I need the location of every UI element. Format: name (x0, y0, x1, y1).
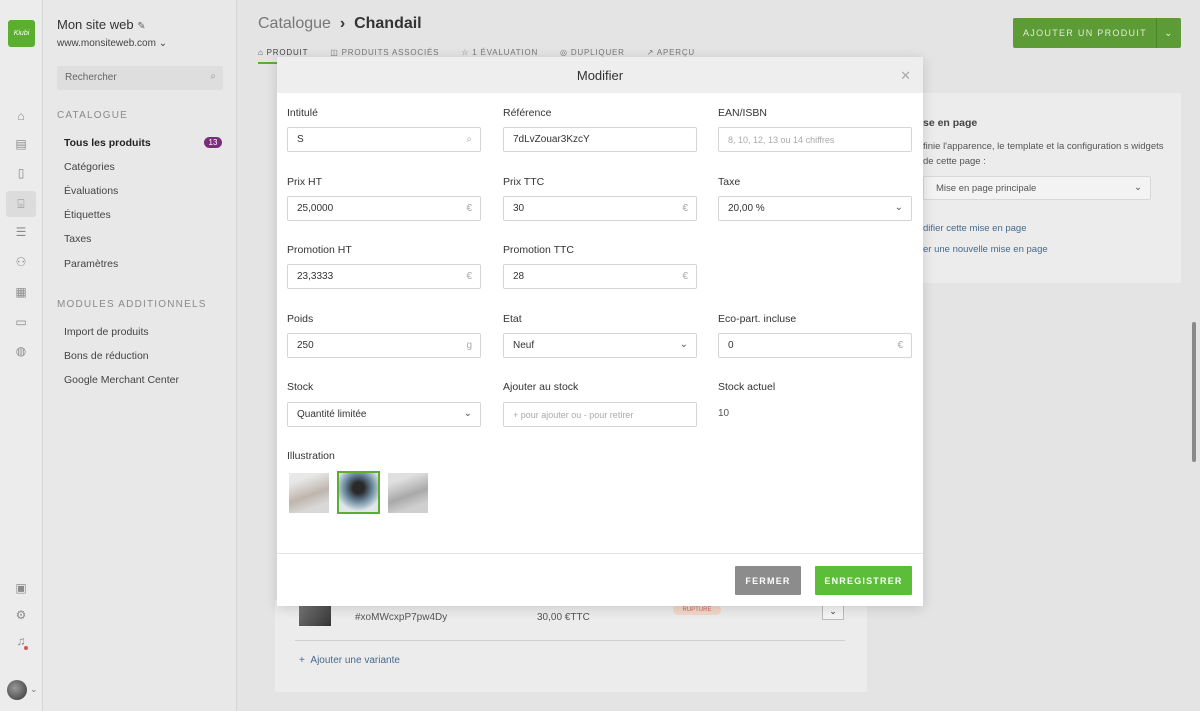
chevron-down-icon: ⌄ (894, 202, 903, 213)
divider (295, 640, 845, 641)
count-badge: 13 (204, 137, 222, 148)
eco-part-input[interactable]: 0 € (718, 333, 912, 358)
breadcrumb-current: Chandail (354, 15, 422, 32)
modal-title: Modifier (576, 67, 624, 83)
search-icon: ⌕ (210, 71, 216, 82)
new-layout-link[interactable]: er une nouvelle mise en page (923, 244, 1048, 255)
scrollbar[interactable] (1192, 322, 1196, 462)
edit-layout-link[interactable]: difier cette mise en page (923, 223, 1027, 234)
search-input[interactable]: Rechercher ⌕ (57, 66, 223, 90)
sidebar-item-all-products[interactable]: Tous les produits (64, 137, 151, 149)
stock-actuel-value: 10 (718, 408, 730, 419)
avatar[interactable] (7, 680, 27, 700)
section-modules: MODULES ADDITIONNELS (57, 299, 207, 310)
stock-select[interactable]: Quantité limitée ⌄ (287, 402, 481, 427)
sidebar: Mon site web ✎ www.monsiteweb.com ⌄ Rech… (43, 0, 237, 711)
breadcrumb: Catalogue › Chandail (258, 15, 422, 32)
orders-icon[interactable]: ☰ (13, 224, 29, 240)
icon-rail: Kiubi ⌂ ▤ ▯ ⌺ ☰ ⚇ ▦ ▭ ◍ ▣ ⚙ ♫ ⌄ (0, 0, 43, 711)
intitule-input[interactable]: S ⌕ (287, 127, 481, 152)
book-icon[interactable]: ▯ (13, 165, 29, 181)
divider (277, 553, 923, 554)
promo-ttc-input[interactable]: 28 € (503, 264, 697, 289)
site-name[interactable]: Mon site web ✎ (57, 17, 146, 32)
prix-ht-input[interactable]: 25,0000 € (287, 196, 481, 221)
section-catalogue: CATALOGUE (57, 110, 128, 121)
promo-ht-input[interactable]: 23,3333 € (287, 264, 481, 289)
close-icon[interactable]: ✕ (900, 68, 911, 84)
chevron-down-icon: ⌄ (158, 38, 168, 49)
illustration-thumb[interactable] (388, 473, 428, 513)
sidebar-item-taxes[interactable]: Taxes (64, 233, 91, 245)
sidebar-item-coupons[interactable]: Bons de réduction (64, 350, 149, 362)
app-logo[interactable]: Kiubi (8, 20, 35, 47)
ean-input[interactable]: 8, 10, 12, 13 ou 14 chiffres (718, 127, 912, 152)
layout-select[interactable]: Mise en page principale ⌄ (923, 176, 1151, 200)
save-button[interactable]: ENREGISTRER (815, 566, 912, 595)
notification-dot (24, 646, 28, 650)
layout-icon[interactable]: ▭ (13, 314, 29, 330)
site-url[interactable]: www.monsiteweb.com ⌄ (57, 38, 167, 49)
page-icon[interactable]: ▤ (13, 136, 29, 152)
sidebar-item-reviews[interactable]: Évaluations (64, 185, 118, 197)
chevron-down-icon: ⌄ (463, 408, 472, 419)
illustration-thumb-selected[interactable] (337, 471, 380, 514)
variant-thumbnail (299, 606, 331, 626)
add-variant-link[interactable]: + Ajouter une variante (299, 655, 400, 666)
reference-input[interactable]: 7dLvZouar3KzcY (503, 127, 697, 152)
edit-icon[interactable]: ✎ (137, 21, 145, 32)
sidebar-item-labels[interactable]: Étiquettes (64, 209, 111, 221)
variant-ref: #xoMWcxpP7pw4Dy (355, 612, 448, 623)
chevron-down-icon[interactable]: ⌄ (1156, 18, 1181, 48)
chevron-down-icon: ⌄ (679, 339, 688, 350)
sidebar-item-merchant[interactable]: Google Merchant Center (64, 374, 179, 386)
edit-modal: Modifier ✕ Intitulé S ⌕ Référence 7dLvZou… (277, 57, 923, 606)
chevron-down-icon[interactable]: ⌄ (30, 684, 38, 695)
etat-select[interactable]: Neuf ⌄ (503, 333, 697, 358)
add-product-button[interactable]: AJOUTER UN PRODUIT ⌄ (1013, 18, 1181, 48)
chevron-down-icon: ⌄ (1134, 182, 1142, 193)
poids-input[interactable]: 250 g (287, 333, 481, 358)
variant-price: 30,00 €TTC (537, 612, 590, 623)
modal-header: Modifier ✕ (277, 57, 923, 93)
palette-icon[interactable]: ◍ (13, 343, 29, 359)
search-icon: ⌕ (466, 134, 472, 145)
home-icon[interactable]: ⌂ (13, 108, 29, 124)
gear-icon[interactable]: ⚙ (13, 607, 29, 623)
status-badge: RUPTURE (673, 605, 721, 615)
sidebar-item-settings[interactable]: Paramètres (64, 258, 118, 270)
sidebar-item-categories[interactable]: Catégories (64, 161, 115, 173)
basket-icon[interactable]: ⌺ (6, 191, 36, 217)
layout-panel: se en page finie l'apparence, le templat… (893, 93, 1181, 283)
breadcrumb-parent[interactable]: Catalogue (258, 15, 331, 32)
sidebar-item-import[interactable]: Import de produits (64, 326, 149, 338)
media-icon[interactable]: ▣ (13, 580, 29, 596)
add-stock-input[interactable]: + pour ajouter ou - pour retirer (503, 402, 697, 427)
illustration-thumb[interactable] (289, 473, 329, 513)
variants-panel: #xoMWcxpP7pw4Dy 30,00 €TTC RUPTURE ⌄ + A… (275, 600, 867, 692)
users-icon[interactable]: ⚇ (13, 254, 29, 270)
close-button[interactable]: FERMER (735, 566, 801, 595)
modules-icon[interactable]: ▦ (13, 284, 29, 300)
taxe-select[interactable]: 20,00 % ⌄ (718, 196, 912, 221)
prix-ttc-input[interactable]: 30 € (503, 196, 697, 221)
